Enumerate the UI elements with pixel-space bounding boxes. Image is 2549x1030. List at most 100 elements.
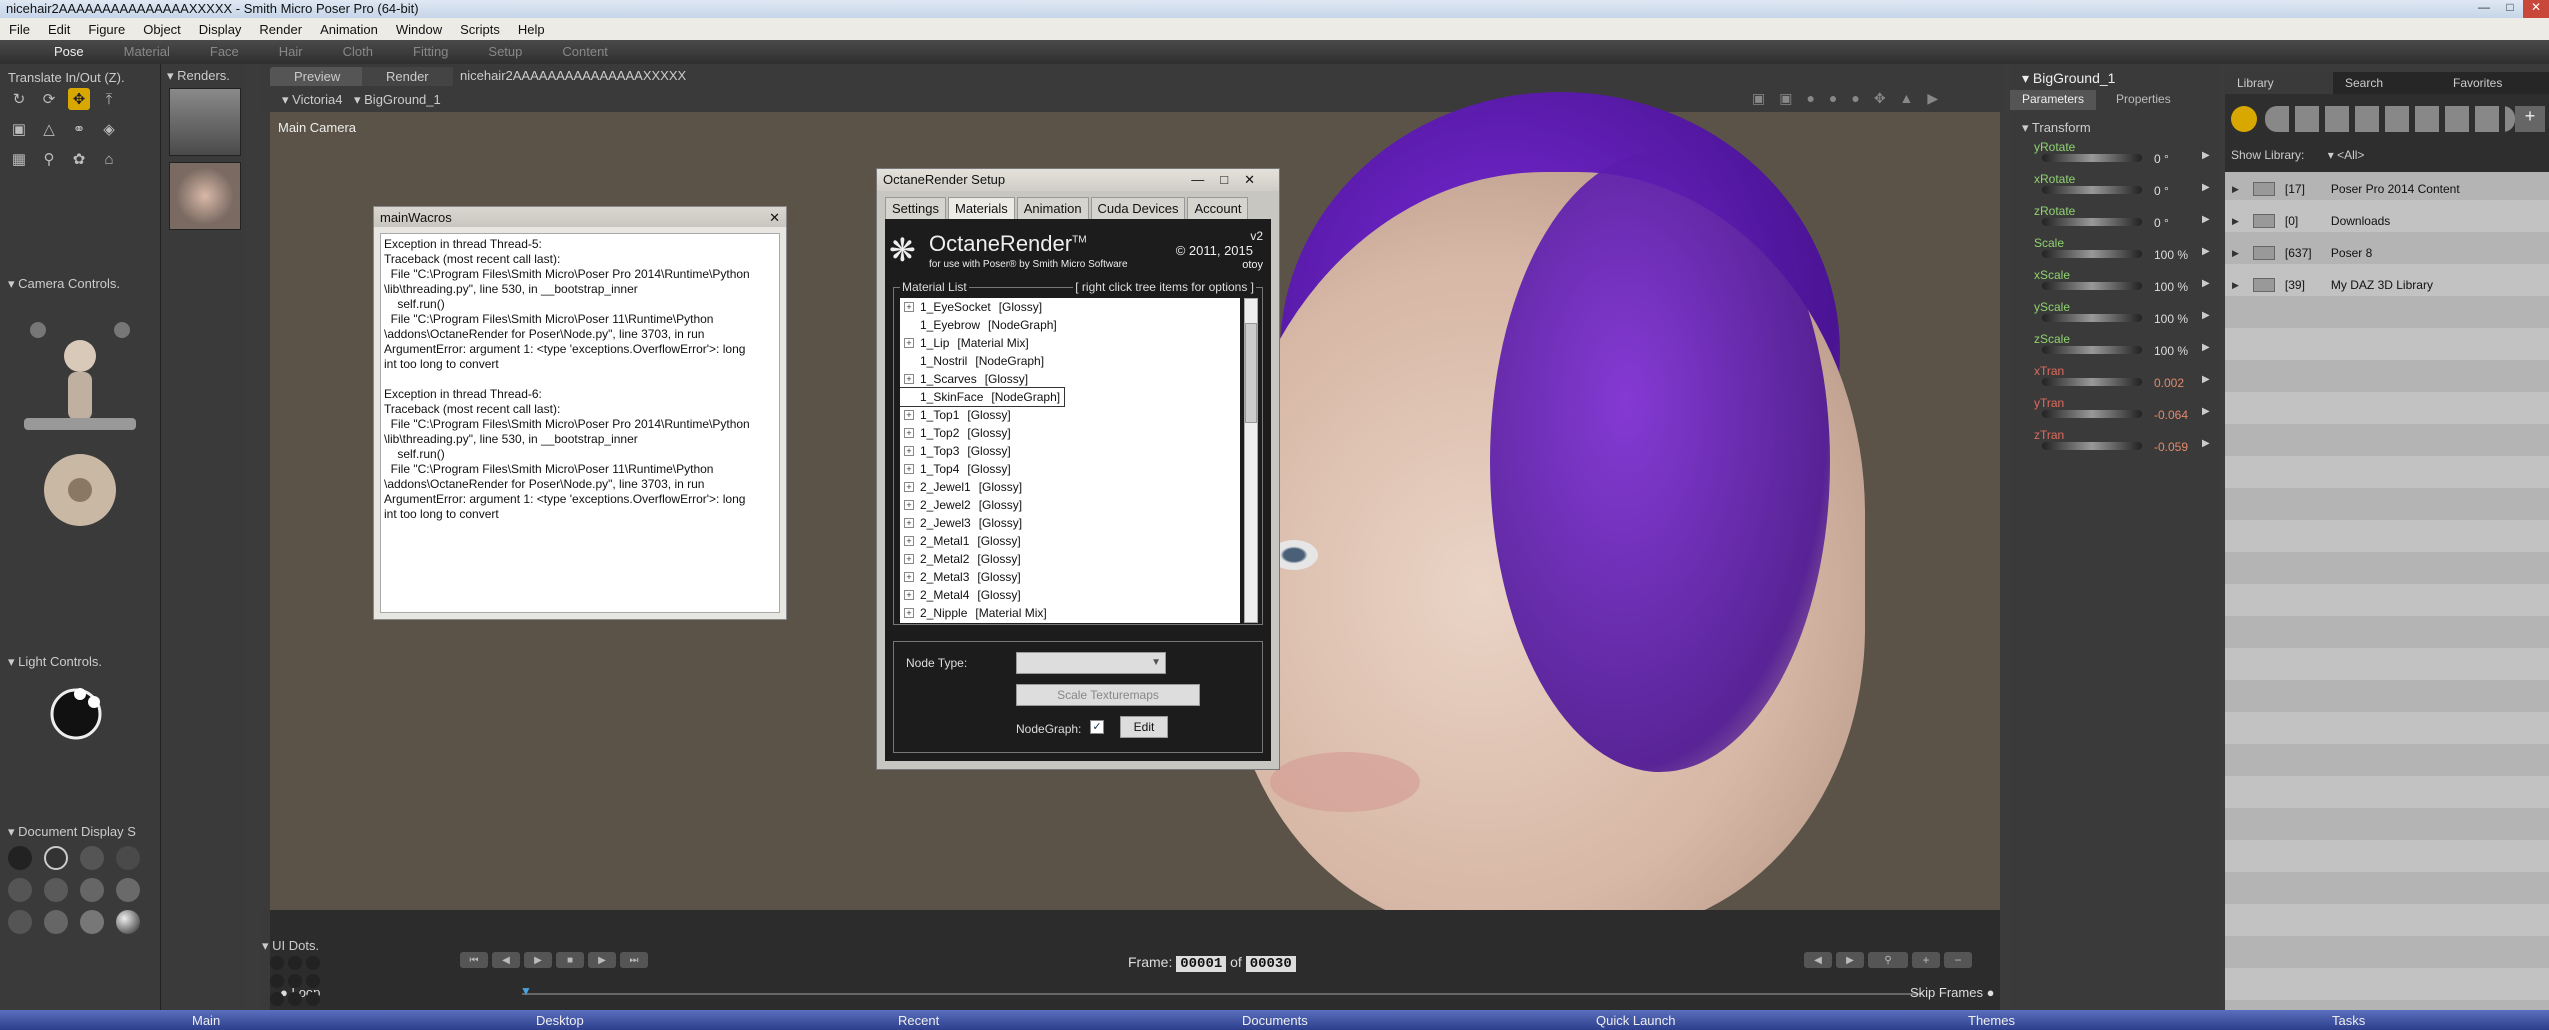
show-library-select[interactable]: ▾ <All> xyxy=(2328,148,2365,162)
parameter-value[interactable]: 100 % xyxy=(2154,312,2188,326)
close-icon[interactable]: ✕ xyxy=(2523,0,2549,18)
translate-tool-icon[interactable]: ⤒ xyxy=(98,88,120,110)
mainwacros-close-icon[interactable]: ✕ xyxy=(769,210,780,226)
material-item[interactable]: +1_Top4 [Glossy] xyxy=(900,460,1240,478)
ui-dot[interactable] xyxy=(288,974,302,988)
expand-icon[interactable]: + xyxy=(904,428,914,438)
current-frame[interactable]: 00001 xyxy=(1176,956,1227,972)
dial-slider[interactable] xyxy=(2042,410,2142,418)
octane-window-controls[interactable]: —□✕ xyxy=(1191,169,1279,191)
menu-render[interactable]: Render xyxy=(250,22,311,37)
ui-dot[interactable] xyxy=(306,956,320,970)
parameter-dial[interactable]: xRotate 0 ° ▶ xyxy=(2034,172,2214,198)
play-icon[interactable]: ▶ xyxy=(524,952,552,968)
parameter-value[interactable]: 100 % xyxy=(2154,280,2188,294)
material-item[interactable]: +1_EyeSocket [Glossy] xyxy=(900,298,1240,316)
timeline-scrubber[interactable] xyxy=(522,993,1922,995)
mainwacros-output[interactable]: Exception in thread Thread-5: Traceback … xyxy=(380,233,780,613)
dial-slider[interactable] xyxy=(2042,218,2142,226)
edit-button[interactable]: Edit xyxy=(1120,716,1168,738)
taskbar-recent[interactable]: Recent xyxy=(898,1013,939,1028)
expand-icon[interactable]: + xyxy=(904,536,914,546)
material-item[interactable]: +1_Top2 [Glossy] xyxy=(900,424,1240,442)
menu-help[interactable]: Help xyxy=(509,22,554,37)
room-tab-cloth[interactable]: Cloth xyxy=(323,40,393,64)
library-folder[interactable]: ▶ [0] Downloads xyxy=(2232,214,2390,228)
library-category-icons[interactable] xyxy=(2265,106,2515,132)
parameter-menu-icon[interactable]: ▶ xyxy=(2202,406,2210,417)
prev-frame-icon[interactable]: ◀ xyxy=(492,952,520,968)
nodegraph-checkbox[interactable]: ✓ xyxy=(1090,720,1104,734)
scale-texturemaps-button[interactable]: Scale Texturemaps xyxy=(1016,684,1200,706)
parameter-menu-icon[interactable]: ▶ xyxy=(2202,438,2210,449)
octane-tab-settings[interactable]: Settings xyxy=(885,197,946,219)
morph-brush-icon[interactable]: ✿ xyxy=(68,148,90,170)
render-thumbnail-1[interactable] xyxy=(169,88,241,156)
parameter-menu-icon[interactable]: ▶ xyxy=(2202,150,2210,161)
menu-window[interactable]: Window xyxy=(387,22,451,37)
parameter-value[interactable]: 0 ° xyxy=(2154,216,2169,230)
material-item[interactable]: 1_Eyebrow [NodeGraph] xyxy=(900,316,1240,334)
parameter-value[interactable]: 0.002 xyxy=(2154,376,2184,390)
parameter-value[interactable]: -0.059 xyxy=(2154,440,2188,454)
parameter-dial[interactable]: zScale 100 % ▶ xyxy=(2034,332,2214,358)
parameter-menu-icon[interactable]: ▶ xyxy=(2202,214,2210,225)
transform-group[interactable]: ▾ Transform xyxy=(2022,120,2091,136)
dial-slider[interactable] xyxy=(2042,282,2142,290)
library-folder[interactable]: ▶ [39] My DAZ 3D Library xyxy=(2232,278,2433,292)
display-style-flat-shaded-icon[interactable] xyxy=(44,878,68,902)
library-tab-search[interactable]: Search xyxy=(2333,72,2441,94)
menu-display[interactable]: Display xyxy=(190,22,251,37)
parameter-value[interactable]: 100 % xyxy=(2154,344,2188,358)
expand-icon[interactable]: + xyxy=(904,338,914,348)
chain-tool-icon[interactable]: ⚭ xyxy=(68,118,90,140)
display-style-cartoon-line-icon[interactable] xyxy=(8,910,32,934)
expand-icon[interactable]: ▶ xyxy=(2232,248,2239,259)
ui-dot[interactable] xyxy=(270,992,284,1006)
menu-file[interactable]: File xyxy=(0,22,39,37)
material-item[interactable]: 1_Nostril [NodeGraph] xyxy=(900,352,1240,370)
timeline-playhead[interactable]: ▼ xyxy=(520,984,532,998)
menu-figure[interactable]: Figure xyxy=(79,22,134,37)
tab-preview[interactable]: Preview xyxy=(270,67,365,86)
library-folder[interactable]: ▶ [17] Poser Pro 2014 Content xyxy=(2232,182,2460,196)
expand-icon[interactable]: ▶ xyxy=(2232,280,2239,291)
camera-controls-widget[interactable] xyxy=(20,300,140,540)
expand-icon[interactable]: ▶ xyxy=(2232,216,2239,227)
expand-icon[interactable]: + xyxy=(904,464,914,474)
view-magnifier-icon[interactable]: ⚲ xyxy=(38,148,60,170)
display-style-smooth-shaded-icon[interactable] xyxy=(44,910,68,934)
octane-tab-materials[interactable]: Materials xyxy=(947,197,1015,219)
material-item[interactable]: 1_SkinFace [NodeGraph] xyxy=(900,387,1066,407)
material-item[interactable]: +2_Jewel3 [Glossy] xyxy=(900,514,1240,532)
material-item[interactable]: +1_Top1 [Glossy] xyxy=(900,406,1240,424)
scale-tool-icon[interactable]: ▣ xyxy=(8,118,30,140)
material-item[interactable]: +2_Metal4 [Glossy] xyxy=(900,586,1240,604)
parameter-dial[interactable]: zTran -0.059 ▶ xyxy=(2034,428,2214,454)
expand-icon[interactable]: + xyxy=(904,572,914,582)
parameter-value[interactable]: 100 % xyxy=(2154,248,2188,262)
parameter-dial[interactable]: xScale 100 % ▶ xyxy=(2034,268,2214,294)
prev-key-icon[interactable]: ◀ xyxy=(1804,952,1832,968)
material-item[interactable]: +2_Jewel2 [Glossy] xyxy=(900,496,1240,514)
delete-key-icon[interactable]: − xyxy=(1944,952,1972,968)
next-key-icon[interactable]: ▶ xyxy=(1836,952,1864,968)
tab-properties[interactable]: Properties xyxy=(2096,90,2191,110)
ui-dot[interactable] xyxy=(270,956,284,970)
parameter-menu-icon[interactable]: ▶ xyxy=(2202,278,2210,289)
display-style-lit-wire-icon[interactable] xyxy=(8,878,32,902)
display-style-silhouette-icon[interactable] xyxy=(8,846,32,870)
parameter-dial[interactable]: yScale 100 % ▶ xyxy=(2034,300,2214,326)
parameter-dial[interactable]: yTran -0.064 ▶ xyxy=(2034,396,2214,422)
expand-icon[interactable]: + xyxy=(904,446,914,456)
expand-icon[interactable]: + xyxy=(904,302,914,312)
material-item[interactable]: +1_Lip [Material Mix] xyxy=(900,334,1240,352)
scrollbar-thumb[interactable] xyxy=(1245,323,1257,423)
stop-icon[interactable]: ■ xyxy=(556,952,584,968)
expand-icon[interactable]: + xyxy=(904,374,914,384)
translate-inout-tool-icon[interactable]: ✥ xyxy=(68,88,90,110)
expand-icon[interactable]: + xyxy=(904,554,914,564)
minimize-icon[interactable]: — xyxy=(2471,0,2497,18)
total-frames[interactable]: 00030 xyxy=(1245,956,1296,972)
display-style-wireframe-icon[interactable] xyxy=(80,846,104,870)
